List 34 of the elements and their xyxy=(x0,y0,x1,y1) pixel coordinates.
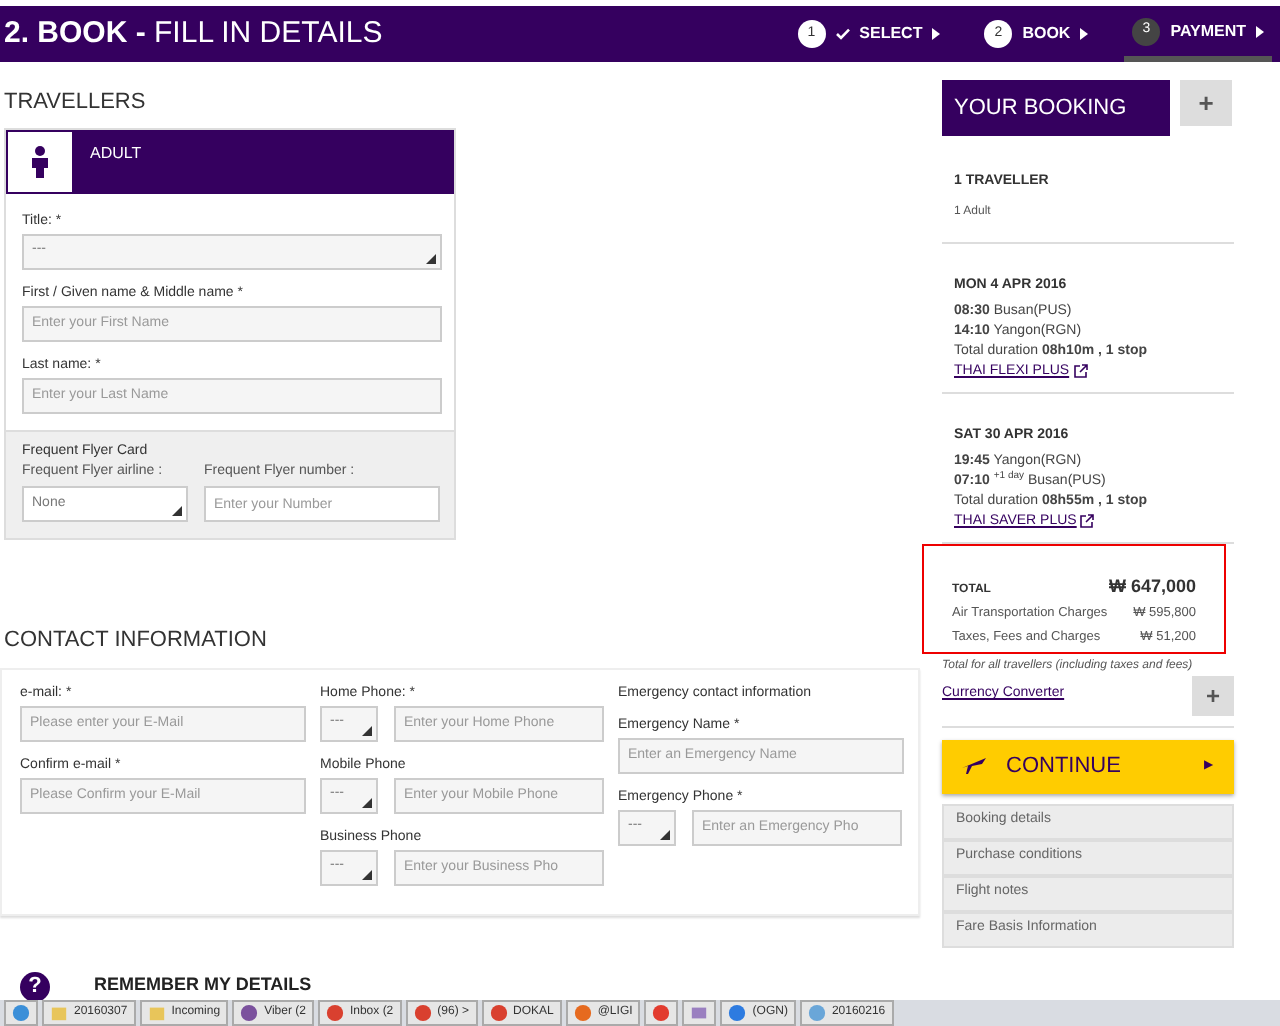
app-icon xyxy=(807,1004,826,1022)
app-icon xyxy=(12,1004,30,1022)
taskbar-item[interactable] xyxy=(4,1000,38,1026)
step-label: BOOK xyxy=(1022,22,1071,46)
app-icon xyxy=(413,1004,432,1022)
remember-heading: REMEMBER MY DETAILS xyxy=(94,972,312,999)
arrow-icon xyxy=(932,28,941,40)
your-booking-title: YOUR BOOKING xyxy=(942,80,1170,136)
add-button[interactable]: + xyxy=(1192,675,1234,715)
taskbar-item[interactable] xyxy=(682,1000,717,1026)
folder-icon xyxy=(50,1004,68,1022)
page-title: 2. BOOK - FILL IN DETAILS xyxy=(4,13,383,54)
arrow-icon xyxy=(1256,25,1264,37)
traveller-type: ADULT xyxy=(90,141,142,165)
app-icon xyxy=(489,1004,507,1022)
arrow-icon xyxy=(1080,28,1089,40)
folder-icon xyxy=(147,1004,166,1022)
taskbar-item[interactable] xyxy=(644,1000,679,1026)
total-amount: ₩ 647,000 xyxy=(1108,573,1196,599)
envelope-icon xyxy=(690,1004,709,1022)
help-icon: ? xyxy=(20,971,50,1001)
app-icon xyxy=(728,1004,747,1022)
add-button[interactable]: + xyxy=(1180,80,1232,126)
section-heading: TRAVELLERS xyxy=(4,88,148,118)
airplane-icon xyxy=(962,756,986,776)
step-label: PAYMENT xyxy=(1170,19,1246,43)
app-icon xyxy=(652,1004,671,1022)
section-heading: CONTACT INFORMATION xyxy=(4,626,269,656)
external-link-icon xyxy=(1080,513,1095,527)
app-icon xyxy=(325,1004,344,1022)
step-label: SELECT xyxy=(859,22,923,46)
external-link-icon xyxy=(1073,363,1088,377)
app-icon xyxy=(573,1004,592,1022)
app-icon xyxy=(240,1004,259,1022)
